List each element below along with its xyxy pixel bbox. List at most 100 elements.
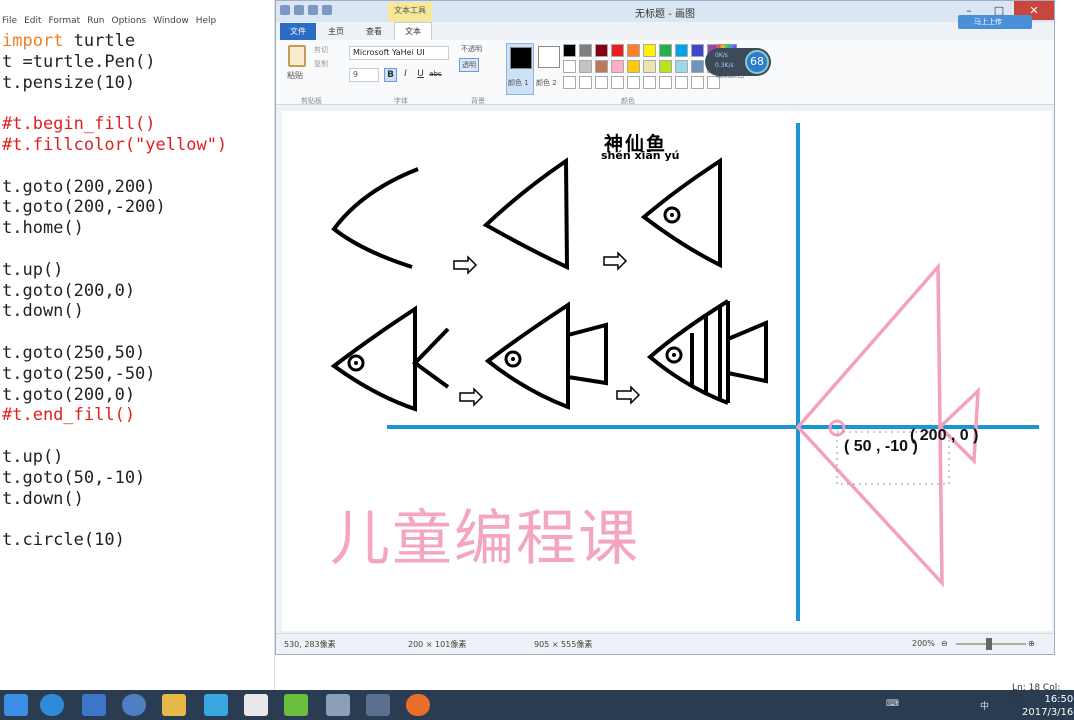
undo-icon[interactable] — [308, 5, 318, 15]
upload-speed: 0K/s — [715, 52, 728, 59]
font-size-select[interactable]: 9 — [349, 68, 379, 82]
code-line: t.goto(200,-200) — [2, 197, 166, 218]
folder-icon[interactable] — [162, 694, 186, 716]
italic-button[interactable]: I — [399, 68, 412, 82]
color-palette — [563, 44, 721, 90]
paste-icon[interactable] — [288, 45, 306, 67]
color2-swatch[interactable] — [538, 46, 560, 68]
palette-swatch[interactable] — [659, 76, 672, 89]
palette-swatch[interactable] — [675, 44, 688, 57]
underline-button[interactable]: U — [414, 68, 427, 82]
menu-edit[interactable]: Edit — [24, 16, 41, 28]
transparent-option[interactable]: 透明 — [459, 58, 479, 72]
recorder-app-icon[interactable] — [406, 694, 430, 716]
palette-swatch[interactable] — [691, 60, 704, 73]
menu-options[interactable]: Options — [111, 16, 146, 28]
code-area[interactable]: import turtle t =turtle.Pen() t.pensize(10… — [0, 28, 274, 551]
keyboard-icon[interactable]: ⌨ — [886, 699, 899, 709]
tab-text[interactable]: 文本 — [394, 22, 432, 40]
palette-swatch[interactable] — [691, 44, 704, 57]
font-family-select[interactable]: Microsoft YaHei UI — [349, 46, 449, 60]
palette-swatch[interactable] — [627, 76, 640, 89]
fish-step5 — [484, 301, 570, 410]
code-line: t.goto(200,200) — [2, 176, 156, 197]
palette-swatch[interactable] — [691, 76, 704, 89]
palette-swatch[interactable] — [643, 44, 656, 57]
start-windows-icon[interactable] — [4, 694, 28, 716]
group-colors-label: 颜色 — [621, 97, 635, 105]
paint-app-icon[interactable] — [326, 694, 350, 716]
tab-home[interactable]: 主页 — [318, 23, 354, 40]
zoom-slider[interactable] — [956, 638, 1026, 650]
ie-browser-icon[interactable] — [40, 694, 64, 716]
fish-step3 — [640, 157, 722, 269]
menu-run[interactable]: Run — [87, 16, 104, 28]
code-line: t.goto(200,0) — [2, 280, 136, 301]
upload-button[interactable]: 马上上传 — [958, 15, 1032, 29]
palette-swatch[interactable] — [675, 60, 688, 73]
code-line: t.up() — [2, 446, 64, 467]
tab-file[interactable]: 文件 — [280, 23, 316, 40]
context-tab-text-tools: 文本工具 — [388, 2, 432, 22]
qt-app-icon[interactable] — [284, 694, 308, 716]
palette-swatch[interactable] — [563, 60, 576, 73]
baidu-cloud-icon[interactable] — [204, 694, 228, 716]
menu-file[interactable]: File — [2, 16, 17, 28]
palette-swatch[interactable] — [563, 44, 576, 57]
video-app-icon[interactable] — [366, 694, 390, 716]
palette-swatch[interactable] — [579, 60, 592, 73]
palette-swatch[interactable] — [595, 76, 608, 89]
download-speed: 0.3K/s — [715, 62, 734, 69]
palette-swatch[interactable] — [595, 44, 608, 57]
code-line: t.goto(250,50) — [2, 342, 146, 363]
palette-swatch[interactable] — [563, 76, 576, 89]
code-line: t.up() — [2, 259, 64, 280]
palette-swatch[interactable] — [611, 60, 624, 73]
palette-swatch[interactable] — [675, 76, 688, 89]
bird-app-icon[interactable] — [82, 694, 106, 716]
code-line: t.circle(10) — [2, 530, 125, 551]
editor-menubar: File Edit Format Run Options Window Help — [0, 0, 274, 28]
fish-step1-arc — [331, 167, 419, 269]
palette-swatch[interactable] — [643, 60, 656, 73]
cut-button[interactable]: 剪切 — [314, 45, 328, 55]
palette-swatch[interactable] — [659, 44, 672, 57]
palette-swatch[interactable] — [659, 60, 672, 73]
code-line: t.goto(200,0) — [2, 384, 136, 405]
palette-swatch[interactable] — [611, 76, 624, 89]
strikethrough-button[interactable]: abc — [429, 68, 442, 82]
python-idle-icon[interactable] — [244, 694, 268, 716]
code-line: t.home() — [2, 218, 84, 239]
watermark-text: 儿童编程课 — [330, 504, 640, 574]
network-speed-widget[interactable]: 0K/s 0.3K/s 68 — [705, 48, 771, 76]
palette-swatch[interactable] — [643, 76, 656, 89]
palette-swatch[interactable] — [627, 60, 640, 73]
palette-swatch[interactable] — [579, 76, 592, 89]
menu-help[interactable]: Help — [196, 16, 217, 28]
zoom-thumb[interactable] — [986, 638, 992, 650]
zoom-in-icon[interactable]: ⊕ — [1028, 639, 1035, 648]
tab-view[interactable]: 查看 — [356, 23, 392, 40]
save-icon[interactable] — [294, 5, 304, 15]
menu-window[interactable]: Window — [153, 16, 189, 28]
palette-swatch[interactable] — [595, 60, 608, 73]
zoom-out-icon[interactable]: ⊖ — [941, 639, 948, 648]
paste-label[interactable]: 粘贴 — [287, 70, 303, 81]
app-icon[interactable] — [280, 5, 290, 15]
menu-format[interactable]: Format — [49, 16, 81, 28]
redo-icon[interactable] — [322, 5, 332, 15]
globe-app-icon[interactable] — [122, 694, 146, 716]
palette-swatch[interactable] — [611, 44, 624, 57]
group-background-label: 背景 — [471, 97, 485, 105]
ime-indicator[interactable]: 中 — [980, 699, 989, 712]
palette-swatch[interactable] — [627, 44, 640, 57]
speed-dial: 68 — [745, 50, 769, 74]
bold-button[interactable]: B — [384, 68, 397, 82]
opaque-option[interactable]: 不透明 — [459, 43, 484, 55]
palette-swatch[interactable] — [579, 44, 592, 57]
copy-button[interactable]: 复制 — [314, 59, 328, 69]
